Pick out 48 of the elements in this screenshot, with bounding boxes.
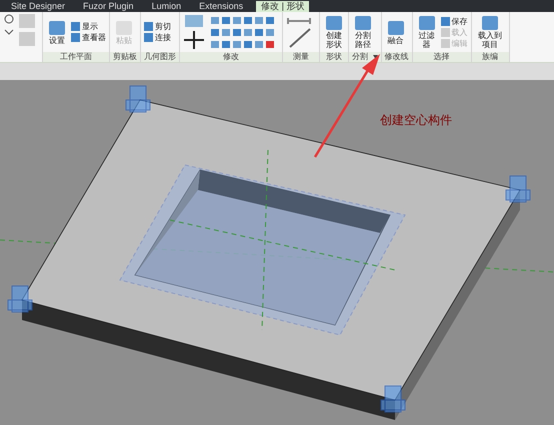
ribbon-button[interactable]: 载入到项目 (474, 12, 506, 52)
tool-icon (418, 15, 436, 31)
ribbon-button[interactable]: 设置 (46, 12, 68, 52)
panel-title: 分割 (352, 52, 368, 61)
ribbon-button[interactable]: 过滤器 (416, 12, 438, 52)
ribbon-tab[interactable]: Lumion (146, 1, 186, 12)
button-label: 连接 (155, 32, 171, 43)
tool-icon (115, 20, 133, 36)
ribbon-button[interactable]: 分割路径 (352, 12, 374, 52)
ribbon-button[interactable]: 创建形状 (323, 12, 345, 52)
ribbon-button[interactable]: 保存 (440, 16, 468, 26)
ribbon-button[interactable]: 剪切 (144, 21, 171, 32)
button-label: 保存 (452, 16, 468, 26)
ribbon-button[interactable]: 显示 (71, 21, 106, 32)
button-label: 融合 (386, 36, 405, 44)
panel-title: 测量 (293, 52, 309, 61)
panel-title: 修改 (223, 52, 239, 61)
panel-title: 几何图形 (144, 52, 176, 61)
tool-icon (325, 15, 343, 31)
button-label: 粘贴 (115, 36, 133, 44)
ribbon-tab[interactable]: 修改 | 形状 (256, 1, 310, 12)
button-label: 载入到项目 (477, 31, 504, 49)
button-label: 载入 (452, 26, 468, 38)
annotation-text: 创建空心构件 (380, 112, 452, 129)
tool-icon (48, 20, 66, 36)
ribbon-button[interactable]: 连接 (144, 32, 171, 43)
ribbon-button[interactable]: 融合 (384, 12, 407, 52)
button-label: 过滤器 (418, 31, 436, 49)
button-label: 分割路径 (354, 31, 372, 49)
button-label: 设置 (48, 36, 66, 44)
ribbon-tab[interactable]: Extensions (194, 1, 248, 12)
button-label: 创建形状 (325, 31, 343, 49)
button-label: 查看器 (82, 32, 106, 43)
button-label: 剪切 (155, 21, 171, 32)
panel-title: 工作平面 (60, 52, 92, 61)
panel-title: 修改线 (384, 52, 409, 61)
panel-title: 形状 (326, 52, 342, 61)
panel-title: 选择 (434, 52, 450, 61)
ribbon-tab[interactable]: Site Designer (6, 1, 70, 12)
button-label: 显示 (82, 21, 98, 32)
tool-icon (354, 15, 372, 31)
ribbon-button[interactable]: 查看器 (71, 32, 106, 43)
tool-icon (481, 15, 500, 31)
panel-title: 族编 (482, 52, 498, 61)
ribbon-tab[interactable]: Fuzor Plugin (78, 1, 139, 12)
button-label: 编辑 (452, 38, 468, 48)
tool-icon (386, 20, 405, 36)
panel-title: 剪贴板 (113, 52, 137, 61)
